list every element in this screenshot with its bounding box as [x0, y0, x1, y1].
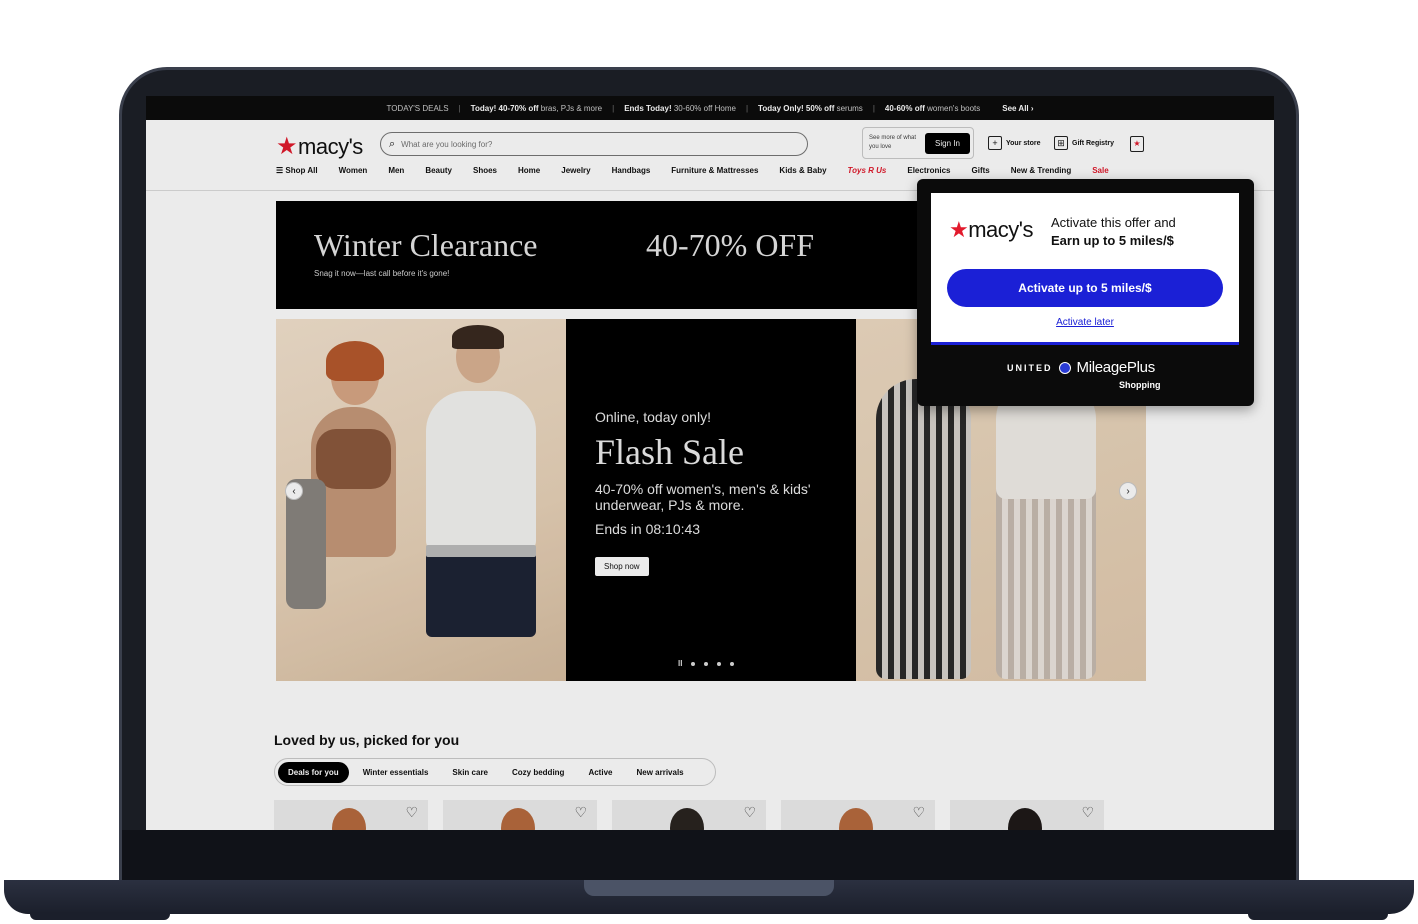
- carousel-dot[interactable]: [704, 661, 709, 666]
- flash-sale-panel[interactable]: Online, today only! Flash Sale 40-70% of…: [566, 319, 856, 681]
- star-icon: ★: [276, 133, 298, 160]
- search-icon: ⌕: [389, 137, 396, 150]
- winter-offer: 40-70% OFF: [646, 227, 815, 263]
- activate-later-link[interactable]: Activate later: [931, 317, 1239, 328]
- nav-item-sale[interactable]: Sale: [1092, 166, 1108, 175]
- product-card[interactable]: ♡: [443, 800, 597, 830]
- main-nav: ☰ Shop All Women Men Beauty Shoes Home J…: [276, 166, 1109, 175]
- loved-section-title: Loved by us, picked for you: [274, 732, 460, 748]
- chip-skin-care[interactable]: Skin care: [442, 762, 498, 783]
- gift-icon: ⊞: [1054, 136, 1068, 150]
- gift-registry-link[interactable]: ⊞ Gift Registry: [1054, 136, 1114, 150]
- macys-logo[interactable]: ★ macy's: [276, 132, 363, 161]
- search-bar[interactable]: ⌕: [380, 132, 808, 156]
- carousel-next-arrow[interactable]: ›: [1119, 482, 1137, 500]
- product-card[interactable]: ♡: [274, 800, 428, 830]
- product-card[interactable]: ♡: [612, 800, 766, 830]
- globe-icon: [1058, 361, 1071, 374]
- activate-button[interactable]: Activate up to 5 miles/$: [947, 269, 1223, 307]
- chip-active[interactable]: Active: [578, 762, 622, 783]
- chip-new-arrivals[interactable]: New arrivals: [626, 762, 693, 783]
- laptop-chin: [122, 830, 1296, 880]
- heart-icon[interactable]: ♡: [574, 804, 587, 821]
- carousel-dot[interactable]: [730, 661, 735, 666]
- carousel-dot[interactable]: [717, 661, 722, 666]
- nav-item-women[interactable]: Women: [339, 166, 368, 175]
- search-input[interactable]: [401, 139, 782, 149]
- nav-item-shoes[interactable]: Shoes: [473, 166, 497, 175]
- category-filter: Deals for you Winter essentials Skin car…: [274, 758, 716, 786]
- pause-icon[interactable]: II: [678, 659, 682, 668]
- laptop-foot-left: [30, 912, 170, 920]
- heart-icon[interactable]: ♡: [1081, 804, 1094, 821]
- nav-item-new-trending[interactable]: New & Trending: [1011, 166, 1071, 175]
- flash-description: 40-70% off women's, men's & kids' underw…: [595, 481, 811, 513]
- mileageplus-popup: ★macy's Activate this offer and Earn up …: [917, 179, 1254, 406]
- united-wordmark: UNITED: [1007, 362, 1053, 373]
- hero-image-left[interactable]: [276, 319, 566, 681]
- chip-cozy-bedding[interactable]: Cozy bedding: [502, 762, 574, 783]
- signin-box: See more of what you love Sign In: [862, 127, 974, 159]
- see-all-link[interactable]: See All ›: [1002, 104, 1033, 113]
- sign-in-button[interactable]: Sign In: [925, 132, 970, 154]
- signin-hint: See more of what you love: [869, 135, 917, 150]
- winter-subtitle: Snag it now—last call before it's gone!: [314, 269, 450, 278]
- mileageplus-wordmark: MileagePlus: [1076, 359, 1156, 376]
- flash-timer: Ends in 08:10:43: [595, 521, 701, 537]
- chip-deals-for-you[interactable]: Deals for you: [278, 761, 349, 783]
- your-store-link[interactable]: + Your store: [988, 136, 1041, 150]
- nav-item-handbags[interactable]: Handbags: [612, 166, 651, 175]
- heart-icon[interactable]: ♡: [405, 804, 418, 821]
- nav-item-furniture[interactable]: Furniture & Mattresses: [671, 166, 758, 175]
- carousel-dot[interactable]: [691, 661, 696, 666]
- nav-item-home[interactable]: Home: [518, 166, 540, 175]
- nav-item-electronics[interactable]: Electronics: [907, 166, 950, 175]
- popup-line1: Activate this offer and: [1051, 215, 1176, 230]
- flash-kicker: Online, today only!: [595, 409, 711, 425]
- product-card[interactable]: ♡: [781, 800, 935, 830]
- shopping-bag-icon[interactable]: ★: [1130, 136, 1144, 152]
- shop-now-button[interactable]: Shop now: [595, 557, 649, 576]
- popup-card: ★macy's Activate this offer and Earn up …: [931, 193, 1239, 345]
- nav-item-kids-baby[interactable]: Kids & Baby: [779, 166, 826, 175]
- star-icon: ★: [949, 217, 969, 242]
- nav-item-men[interactable]: Men: [388, 166, 404, 175]
- shop-all-menu[interactable]: ☰ Shop All: [276, 166, 318, 175]
- heart-icon[interactable]: ♡: [743, 804, 756, 821]
- store-icon: +: [988, 136, 1002, 150]
- united-mileageplus-brand: UNITED MileagePlus: [1007, 359, 1155, 376]
- shopping-label: Shopping: [1119, 380, 1161, 390]
- popup-line2: Earn up to 5 miles/$: [1051, 233, 1174, 248]
- nav-item-beauty[interactable]: Beauty: [425, 166, 452, 175]
- flash-title: Flash Sale: [595, 432, 744, 472]
- winter-title: Winter Clearance: [314, 227, 538, 263]
- promo-item-2[interactable]: Ends Today! 30-60% off Home: [624, 104, 736, 113]
- popup-macys-logo: ★macy's: [949, 217, 1033, 242]
- carousel-prev-arrow[interactable]: ‹: [285, 482, 303, 500]
- promo-item-3[interactable]: Today Only! 50% off serums: [758, 104, 863, 113]
- heart-icon[interactable]: ♡: [912, 804, 925, 821]
- product-card[interactable]: ♡: [950, 800, 1104, 830]
- promo-label: TODAY'S DEALS: [386, 103, 449, 113]
- nav-item-gifts[interactable]: Gifts: [972, 166, 990, 175]
- laptop-notch: [584, 880, 834, 896]
- chip-winter-essentials[interactable]: Winter essentials: [353, 762, 439, 783]
- promo-item-4[interactable]: 40-60% off women's boots: [885, 104, 980, 113]
- toys-r-us-logo[interactable]: Toys R Us: [848, 166, 887, 175]
- promo-item-1[interactable]: Today! 40-70% off bras, PJs & more: [471, 104, 602, 113]
- laptop-foot-right: [1248, 912, 1388, 920]
- product-row: ♡ ♡ ♡ ♡ ♡: [274, 800, 1104, 830]
- nav-item-jewelry[interactable]: Jewelry: [561, 166, 590, 175]
- carousel-indicators: II: [678, 659, 735, 668]
- promo-bar: TODAY'S DEALS | Today! 40-70% off bras, …: [146, 96, 1274, 120]
